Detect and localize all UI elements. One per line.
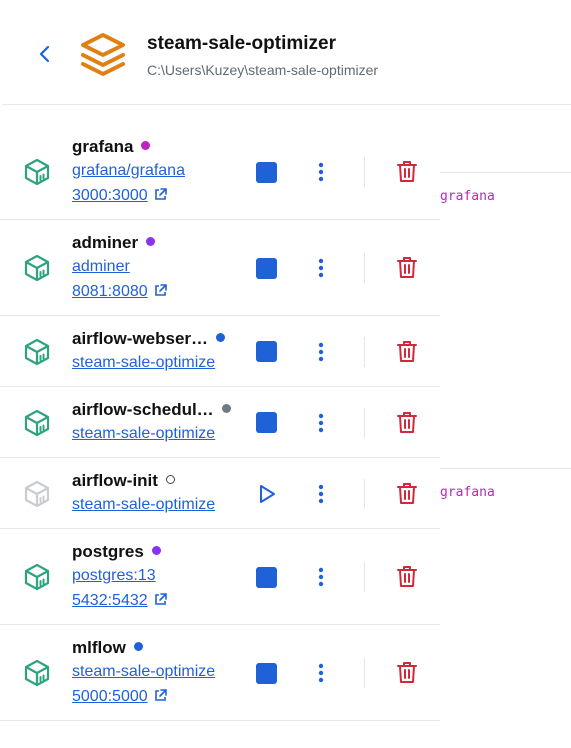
stop-button[interactable]	[256, 341, 277, 362]
container-cube-icon	[22, 337, 52, 367]
container-name: mlflow	[72, 638, 143, 658]
trash-icon[interactable]	[395, 660, 419, 686]
container-name-text: airflow-schedul…	[72, 399, 214, 419]
container-row[interactable]: airflow-init steam-sale-optimize	[0, 458, 440, 529]
port-text[interactable]: 5432:5432	[72, 592, 148, 609]
stop-button[interactable]	[256, 566, 277, 588]
port-text[interactable]: 8081:8080	[72, 283, 148, 300]
external-link-icon[interactable]	[153, 688, 168, 703]
container-row[interactable]: airflow-schedul… steam-sale-optimize	[0, 387, 440, 458]
more-options-icon[interactable]	[311, 565, 331, 589]
stop-button[interactable]	[256, 412, 277, 433]
image-link[interactable]: steam-sale-optimize	[72, 354, 235, 372]
status-dot	[221, 403, 231, 413]
trash-icon[interactable]	[395, 410, 419, 436]
action-divider	[364, 478, 365, 509]
project-path: C:\Users\Kuzey\steam-sale-optimizer	[147, 62, 379, 78]
port-link[interactable]: 5000:5000	[72, 688, 235, 706]
external-link-icon[interactable]	[153, 283, 168, 298]
port-text[interactable]: 5000:5000	[72, 688, 148, 705]
container-name: adminer	[72, 232, 156, 253]
stop-button[interactable]	[256, 161, 277, 183]
stop-button[interactable]	[256, 257, 277, 279]
more-options-icon[interactable]	[311, 411, 331, 435]
container-name: airflow-schedul…	[72, 400, 231, 420]
container-cube-icon	[22, 408, 52, 438]
container-cube-icon	[22, 658, 52, 688]
action-divider	[364, 658, 365, 688]
container-name-text: adminer	[72, 232, 139, 252]
stop-button[interactable]	[256, 662, 277, 684]
action-divider	[364, 336, 365, 367]
background-divider	[440, 172, 571, 173]
container-name-text: grafana	[72, 136, 134, 156]
container-name: airflow-init	[72, 471, 175, 491]
action-divider	[364, 157, 365, 187]
compose-project-view: steam-sale-optimizer C:\Users\Kuzey\stea…	[0, 0, 571, 748]
trash-icon[interactable]	[395, 159, 419, 185]
more-options-icon[interactable]	[311, 160, 331, 184]
status-dot	[216, 332, 226, 342]
container-row[interactable]: grafana grafana/grafana 3000:3000	[0, 124, 440, 220]
container-row[interactable]: airflow-webser… steam-sale-optimize	[0, 316, 440, 387]
port-text[interactable]: 3000:3000	[72, 187, 148, 204]
image-link[interactable]: steam-sale-optimize	[72, 425, 235, 443]
status-dot	[151, 545, 161, 555]
port-link[interactable]: 5432:5432	[72, 592, 235, 610]
action-divider	[364, 253, 365, 283]
container-cube-icon	[22, 157, 52, 187]
header-divider	[2, 104, 571, 105]
project-title: steam-sale-optimizer	[147, 33, 337, 54]
more-options-icon[interactable]	[311, 482, 331, 506]
container-name-text: airflow-webser…	[72, 328, 209, 348]
external-link-icon[interactable]	[153, 187, 168, 202]
container-name: grafana	[72, 136, 151, 157]
project-header: steam-sale-optimizer C:\Users\Kuzey\stea…	[0, 0, 571, 104]
port-link[interactable]: 8081:8080	[72, 283, 235, 301]
stack-layers-icon	[81, 33, 125, 76]
more-options-icon[interactable]	[311, 256, 331, 280]
trash-icon[interactable]	[395, 481, 419, 507]
image-link[interactable]: steam-sale-optimize	[72, 663, 235, 681]
port-link[interactable]: 3000:3000	[72, 187, 235, 205]
trash-icon[interactable]	[395, 564, 419, 590]
action-divider	[364, 562, 365, 592]
status-dot	[141, 140, 151, 150]
image-link[interactable]: steam-sale-optimize	[72, 496, 235, 514]
background-divider	[440, 468, 571, 469]
container-name: airflow-webser…	[72, 328, 226, 349]
container-row[interactable]: postgres postgres:13 5432:5432	[0, 529, 440, 625]
status-dot	[133, 641, 143, 651]
container-row[interactable]: adminer adminer 8081:8080	[0, 220, 440, 316]
more-options-icon[interactable]	[311, 661, 331, 685]
status-dot	[165, 474, 175, 484]
container-cube-icon	[22, 479, 52, 509]
container-name-text: mlflow	[72, 637, 126, 657]
image-link[interactable]: adminer	[72, 258, 235, 276]
container-name: postgres	[72, 542, 161, 562]
trash-icon[interactable]	[395, 339, 419, 365]
more-options-icon[interactable]	[311, 340, 331, 364]
trash-icon[interactable]	[395, 255, 419, 281]
container-name-text: airflow-init	[72, 470, 158, 490]
image-link[interactable]: postgres:13	[72, 567, 235, 585]
container-name-text: postgres	[72, 541, 144, 561]
background-log-text: grafana	[440, 189, 495, 204]
container-row[interactable]: mlflow steam-sale-optimize 5000:5000	[0, 625, 440, 721]
image-link[interactable]: grafana/grafana	[72, 162, 235, 180]
action-divider	[364, 407, 365, 438]
start-play-icon[interactable]	[256, 482, 278, 506]
container-cube-icon	[22, 253, 52, 283]
back-chevron-icon[interactable]	[34, 42, 56, 66]
external-link-icon[interactable]	[153, 592, 168, 607]
status-dot	[146, 236, 156, 246]
container-cube-icon	[22, 562, 52, 592]
background-log-text: grafana	[440, 485, 495, 500]
